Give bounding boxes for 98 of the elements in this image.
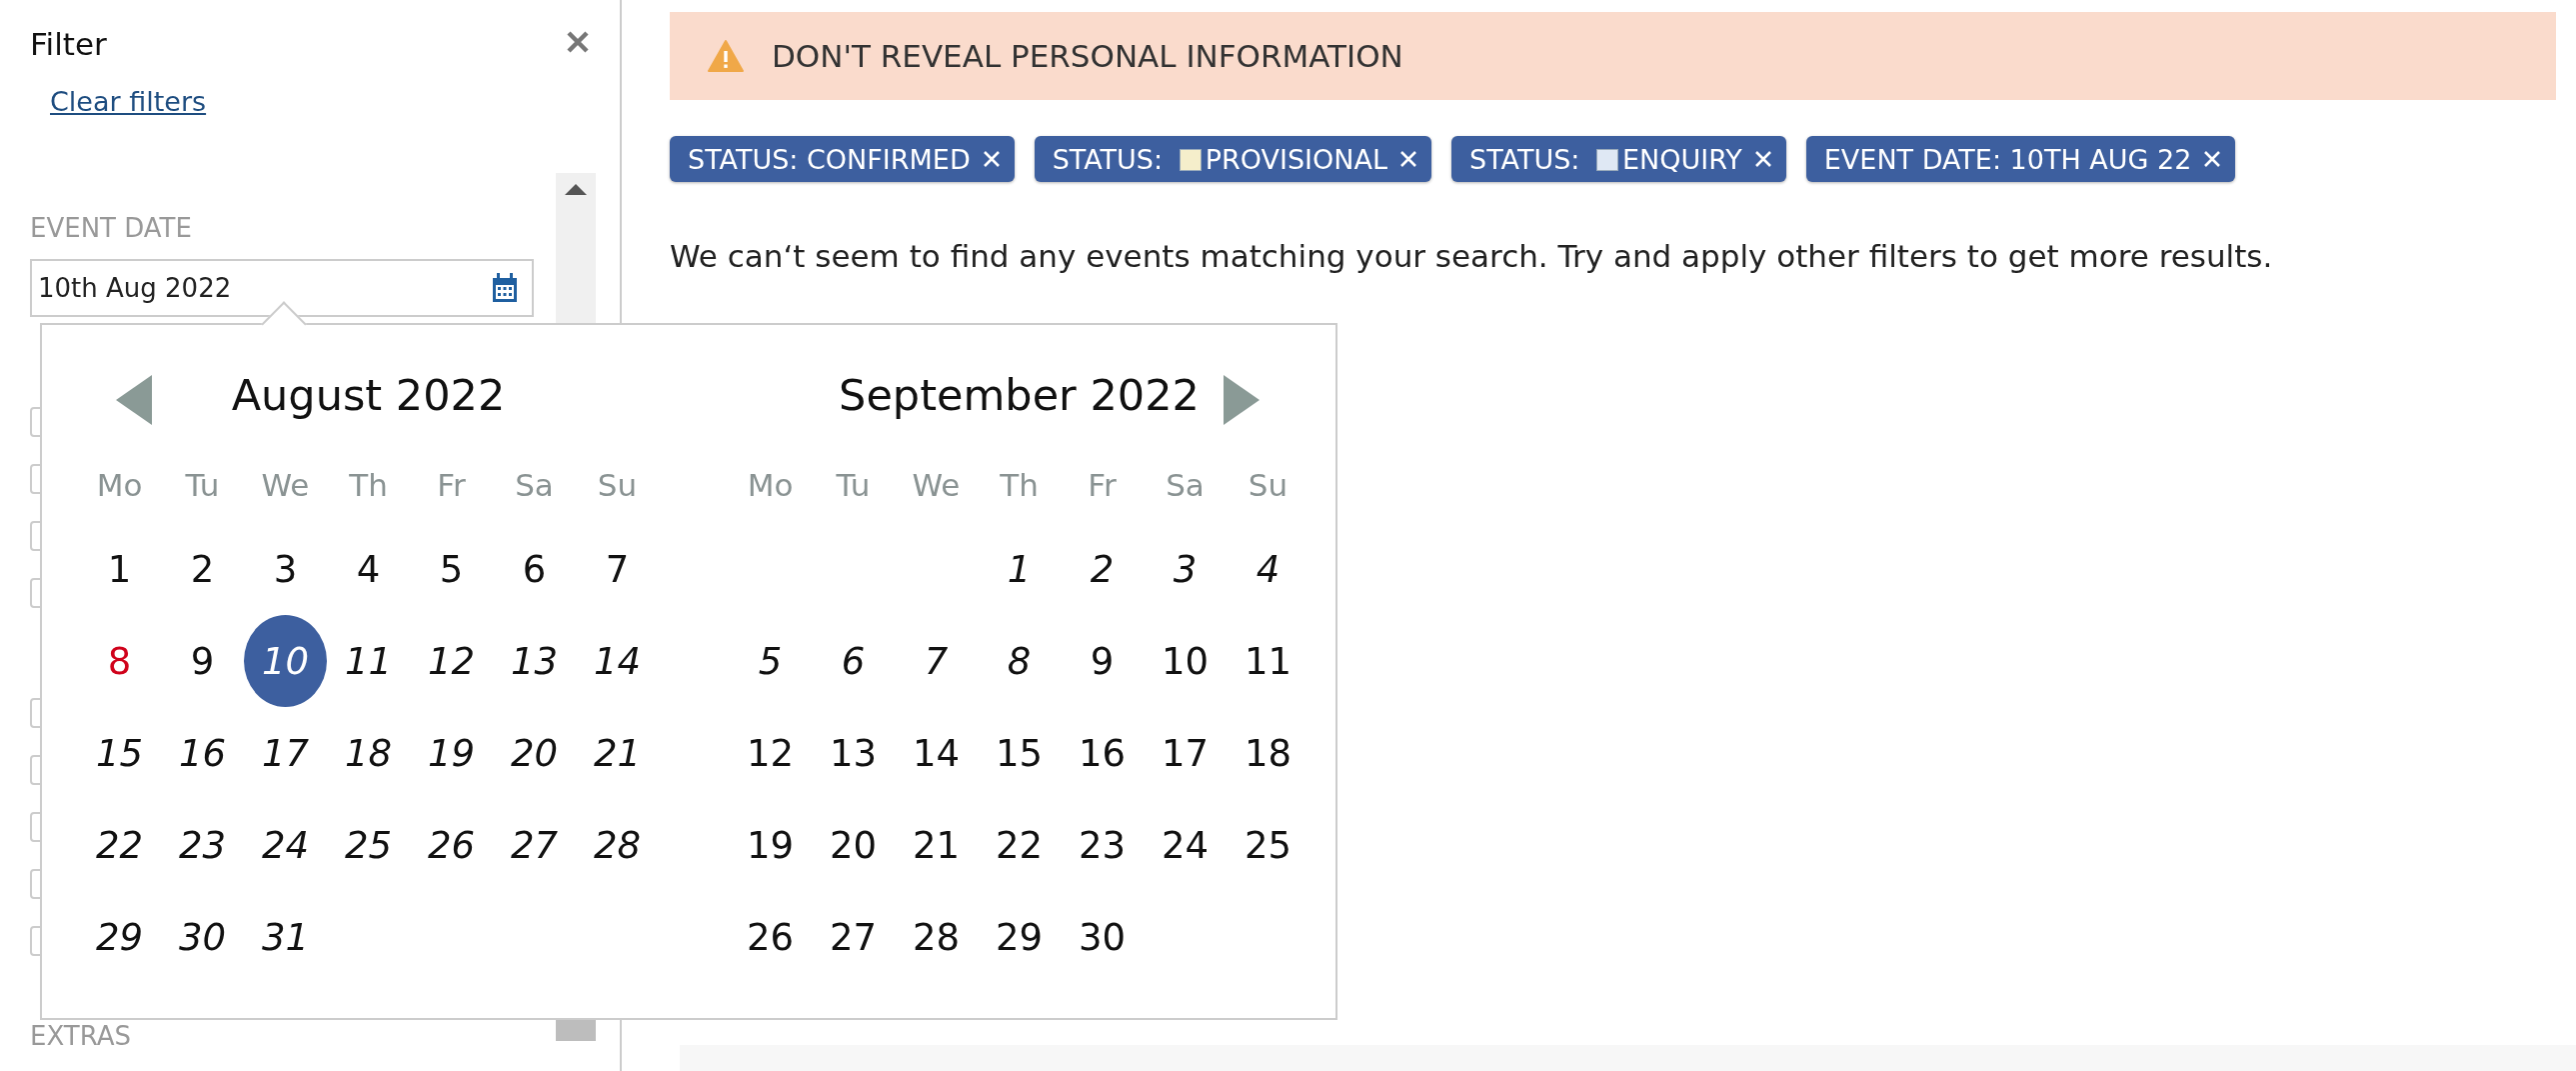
calendar-day[interactable]: 10 xyxy=(244,615,327,707)
filter-chip[interactable]: STATUS: PROVISIONAL xyxy=(1034,136,1432,182)
calendar-day[interactable]: 27 xyxy=(812,891,895,983)
panel-title: Filter xyxy=(30,25,107,62)
calendar-day[interactable]: 12 xyxy=(729,707,812,799)
weekday-label: We xyxy=(261,467,310,503)
filter-chip[interactable]: STATUS: CONFIRMED xyxy=(670,136,1015,182)
weekday-label: Sa xyxy=(1166,467,1205,503)
calendar-day[interactable]: 1 xyxy=(78,523,161,615)
warning-icon xyxy=(708,40,744,72)
calendar-day[interactable]: 28 xyxy=(895,891,978,983)
section-label: EXTRAS xyxy=(30,1021,132,1051)
calendar-day[interactable]: 27 xyxy=(493,799,576,891)
calendar-day[interactable]: 19 xyxy=(410,707,493,799)
weekday-label: Mo xyxy=(96,467,143,503)
calendar-day[interactable]: 30 xyxy=(1061,891,1144,983)
calendar-day[interactable]: 15 xyxy=(78,707,161,799)
calendar-day[interactable]: 2 xyxy=(161,523,244,615)
calendar-day[interactable]: 8 xyxy=(978,615,1061,707)
filter-chip[interactable]: EVENT DATE: 10TH AUG 22 xyxy=(1805,136,2236,182)
remove-icon[interactable] xyxy=(982,150,1001,168)
weekday-label: Tu xyxy=(836,467,871,503)
calendar-day[interactable]: 17 xyxy=(1144,707,1227,799)
weekday-label: Sa xyxy=(515,467,554,503)
calendar-day[interactable]: 13 xyxy=(812,707,895,799)
remove-icon[interactable] xyxy=(1399,150,1418,168)
calendar-day[interactable]: 25 xyxy=(1227,799,1309,891)
calendar-day[interactable]: 22 xyxy=(978,799,1061,891)
calendar-day[interactable]: 20 xyxy=(493,707,576,799)
date-field[interactable]: 10th Aug 2022 xyxy=(30,259,534,317)
calendar-day[interactable]: 7 xyxy=(895,615,978,707)
remove-icon[interactable] xyxy=(1753,150,1772,168)
calendar-day[interactable]: 10 xyxy=(1144,615,1227,707)
weekday-label: Tu xyxy=(185,467,220,503)
calendar-day[interactable]: 6 xyxy=(812,615,895,707)
calendar-day[interactable]: 1 xyxy=(978,523,1061,615)
weekday-label: We xyxy=(912,467,961,503)
calendar-day[interactable]: 22 xyxy=(78,799,161,891)
remove-icon[interactable] xyxy=(2203,150,2222,168)
calendar-day[interactable]: 11 xyxy=(1227,615,1309,707)
warning-text: DON'T REVEAL PERSONAL INFORMATION xyxy=(772,38,1403,74)
calendar-day[interactable]: 14 xyxy=(576,615,659,707)
calendar-day[interactable]: 12 xyxy=(410,615,493,707)
calendar-icon xyxy=(492,273,518,303)
calendar-day[interactable]: 31 xyxy=(244,891,327,983)
calendar-day[interactable]: 26 xyxy=(729,891,812,983)
weekday-label: Su xyxy=(1248,467,1288,503)
calendar-day[interactable]: 3 xyxy=(1144,523,1227,615)
calendar-day[interactable]: 5 xyxy=(410,523,493,615)
calendar-day[interactable]: 8 xyxy=(78,615,161,707)
close-icon[interactable] xyxy=(566,30,590,54)
scroll-up-icon[interactable] xyxy=(565,183,587,195)
calendar-day[interactable]: 5 xyxy=(729,615,812,707)
calendar-day[interactable]: 23 xyxy=(161,799,244,891)
calendar-day[interactable]: 28 xyxy=(576,799,659,891)
weekday-label: Fr xyxy=(437,467,466,503)
calendar-day[interactable]: 24 xyxy=(1144,799,1227,891)
calendar-day[interactable]: 18 xyxy=(327,707,410,799)
calendar-day[interactable]: 16 xyxy=(161,707,244,799)
calendar-day[interactable]: 2 xyxy=(1061,523,1144,615)
weekday-label: Th xyxy=(1000,467,1039,503)
calendar-day[interactable]: 6 xyxy=(493,523,576,615)
next-month-button[interactable] xyxy=(1222,375,1262,425)
weekday-label: Th xyxy=(349,467,388,503)
month-title: August 2022 xyxy=(231,370,506,420)
calendar-day[interactable]: 17 xyxy=(244,707,327,799)
calendar-day[interactable]: 30 xyxy=(161,891,244,983)
previous-month-button[interactable] xyxy=(114,375,154,425)
calendar-day[interactable]: 14 xyxy=(895,707,978,799)
calendar-day[interactable]: 11 xyxy=(327,615,410,707)
calendar-day[interactable]: 21 xyxy=(895,799,978,891)
calendar-day[interactable]: 29 xyxy=(78,891,161,983)
calendar-day[interactable]: 18 xyxy=(1227,707,1309,799)
calendar-day[interactable]: 13 xyxy=(493,615,576,707)
weekday-label: Su xyxy=(597,467,638,503)
month-title: September 2022 xyxy=(839,370,1200,420)
weekday-label: Fr xyxy=(1088,467,1117,503)
calendar-day[interactable]: 9 xyxy=(161,615,244,707)
empty-results-message: We can‘t seem to find any events matching your search. Try and apply other filters to get more results. xyxy=(670,238,2274,274)
weekday-label: Mo xyxy=(747,467,794,503)
section-label: EVENT DATE xyxy=(30,213,193,243)
calendar-day[interactable]: 29 xyxy=(978,891,1061,983)
calendar-day[interactable]: 26 xyxy=(410,799,493,891)
filter-chip[interactable]: STATUS: ENQUIRY xyxy=(1451,136,1786,182)
clear-filters-link[interactable]: Clear filters xyxy=(50,86,207,117)
calendar-day[interactable]: 16 xyxy=(1061,707,1144,799)
calendar-day[interactable]: 24 xyxy=(244,799,327,891)
calendar-day[interactable]: 9 xyxy=(1061,615,1144,707)
calendar-day[interactable]: 20 xyxy=(812,799,895,891)
calendar-day[interactable]: 15 xyxy=(978,707,1061,799)
calendar-day[interactable]: 19 xyxy=(729,799,812,891)
calendar-day[interactable]: 25 xyxy=(327,799,410,891)
calendar-day[interactable]: 4 xyxy=(1227,523,1309,615)
calendar-day[interactable]: 4 xyxy=(327,523,410,615)
calendar-day[interactable]: 21 xyxy=(576,707,659,799)
calendar-day[interactable]: 3 xyxy=(244,523,327,615)
calendar-day[interactable]: 23 xyxy=(1061,799,1144,891)
calendar-day[interactable]: 7 xyxy=(576,523,659,615)
